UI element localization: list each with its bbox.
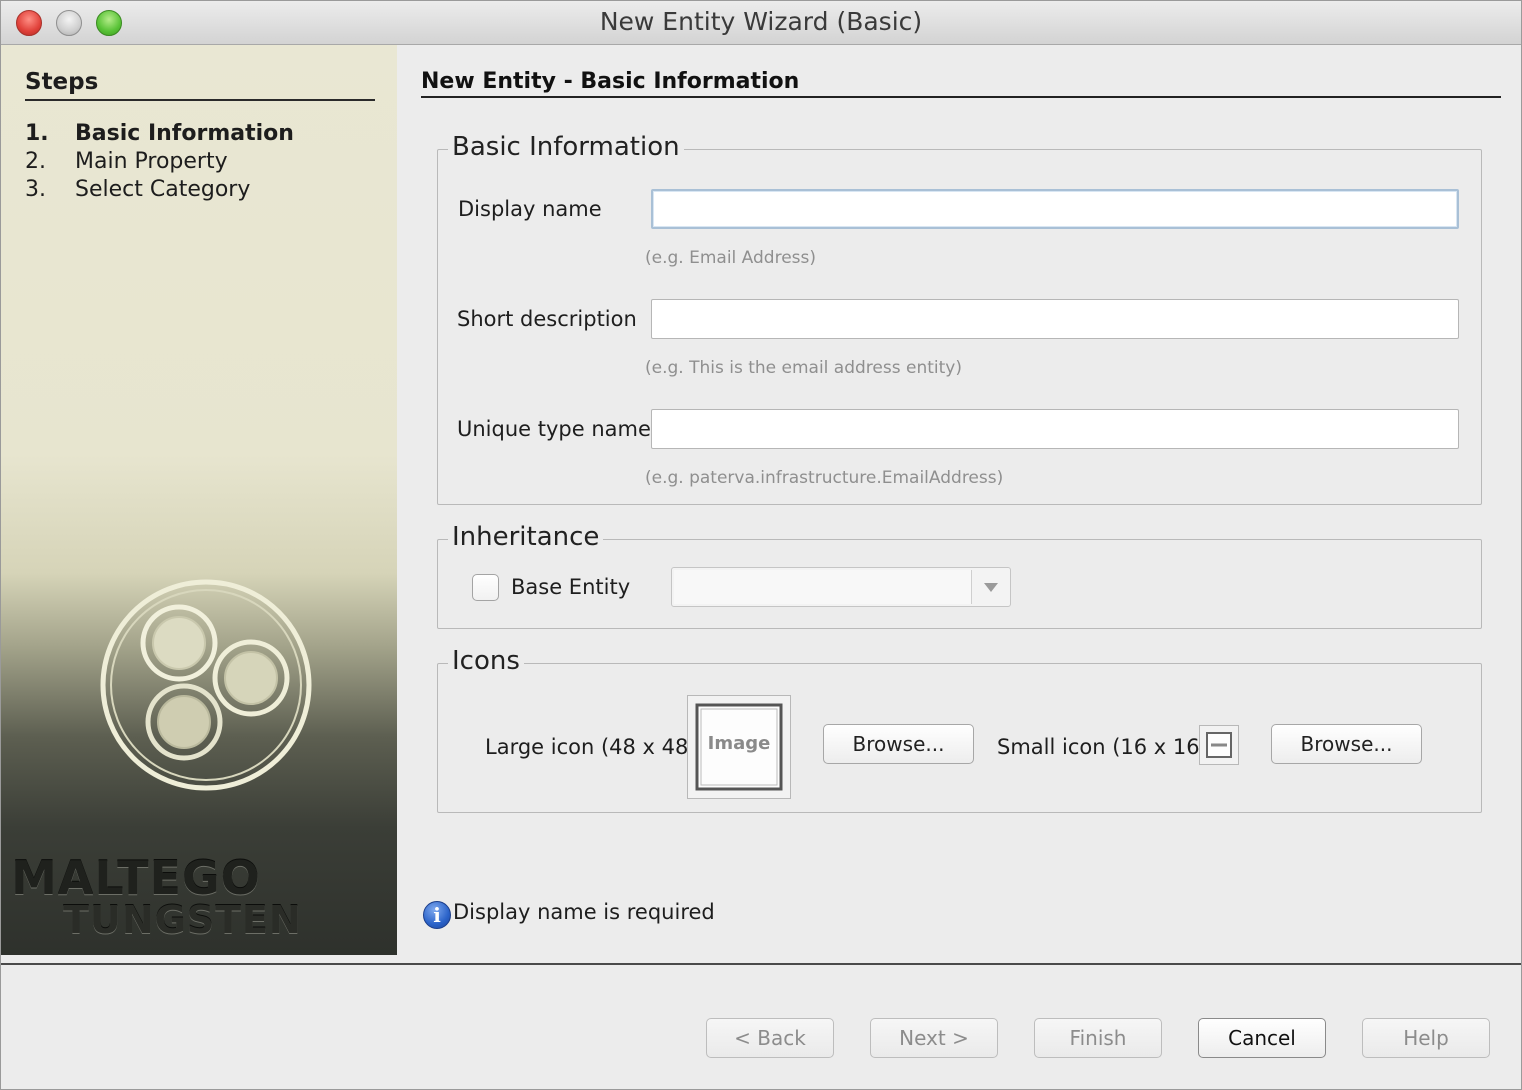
brand-wordmark: MALTEGO TUNGSTEN (11, 855, 397, 939)
page-title: New Entity - Basic Information (421, 69, 1501, 98)
step-number: 1. (25, 121, 49, 146)
browse-small-icon-button[interactable]: Browse... (1271, 724, 1422, 764)
window-title: New Entity Wizard (Basic) (599, 7, 923, 36)
validation-message: Display name is required (453, 900, 715, 924)
small-image-placeholder-icon (1206, 732, 1232, 758)
chevron-down-icon (984, 583, 998, 592)
large-icon-label: Large icon (48 x 48) (485, 735, 697, 759)
display-name-hint: (e.g. Email Address) (645, 248, 816, 268)
unique-type-name-label: Unique type name (457, 417, 651, 441)
step-label: Basic Information (75, 121, 294, 146)
group-legend: Basic Information (448, 132, 684, 162)
title-bar: New Entity Wizard (Basic) (1, 1, 1521, 45)
info-icon: i (423, 901, 451, 929)
short-description-label: Short description (457, 307, 637, 331)
brand-line-1: MALTEGO (11, 851, 261, 905)
group-legend: Inheritance (448, 522, 604, 552)
base-entity-dropdown[interactable] (671, 567, 1011, 607)
display-name-label: Display name (458, 197, 602, 221)
cancel-button[interactable]: Cancel (1198, 1018, 1326, 1058)
unique-type-name-field[interactable] (651, 409, 1459, 449)
step-label: Select Category (75, 177, 251, 202)
short-description-hint: (e.g. This is the email address entity) (645, 358, 962, 378)
base-entity-value (674, 570, 972, 604)
small-icon-preview (1199, 725, 1239, 765)
unique-type-name-hint: (e.g. paterva.infrastructure.EmailAddres… (645, 468, 1004, 488)
maltego-logo-icon (100, 579, 312, 791)
group-legend: Icons (448, 646, 524, 676)
image-placeholder-text: Image (707, 733, 771, 754)
next-button[interactable]: Next > (870, 1018, 998, 1058)
help-button[interactable]: Help (1362, 1018, 1490, 1058)
footer-separator (1, 963, 1521, 965)
brand-line-2: TUNGSTEN (63, 898, 302, 942)
step-number: 3. (25, 177, 46, 202)
step-label: Main Property (75, 149, 228, 174)
large-icon-preview: Image (687, 695, 791, 799)
small-icon-label: Small icon (16 x 16) (997, 735, 1208, 759)
browse-large-icon-button[interactable]: Browse... (823, 724, 974, 764)
steps-heading: Steps (25, 69, 375, 101)
back-button[interactable]: < Back (706, 1018, 834, 1058)
finish-button[interactable]: Finish (1034, 1018, 1162, 1058)
step-number: 2. (25, 149, 46, 174)
base-entity-label: Base Entity (511, 575, 631, 599)
display-name-field[interactable] (651, 189, 1459, 229)
short-description-field[interactable] (651, 299, 1459, 339)
base-entity-checkbox[interactable] (472, 574, 499, 601)
steps-panel: Steps 1. Basic Information 2. Main Prope… (1, 45, 397, 955)
wizard-window: New Entity Wizard (Basic) Steps 1. Basic… (0, 0, 1522, 1090)
